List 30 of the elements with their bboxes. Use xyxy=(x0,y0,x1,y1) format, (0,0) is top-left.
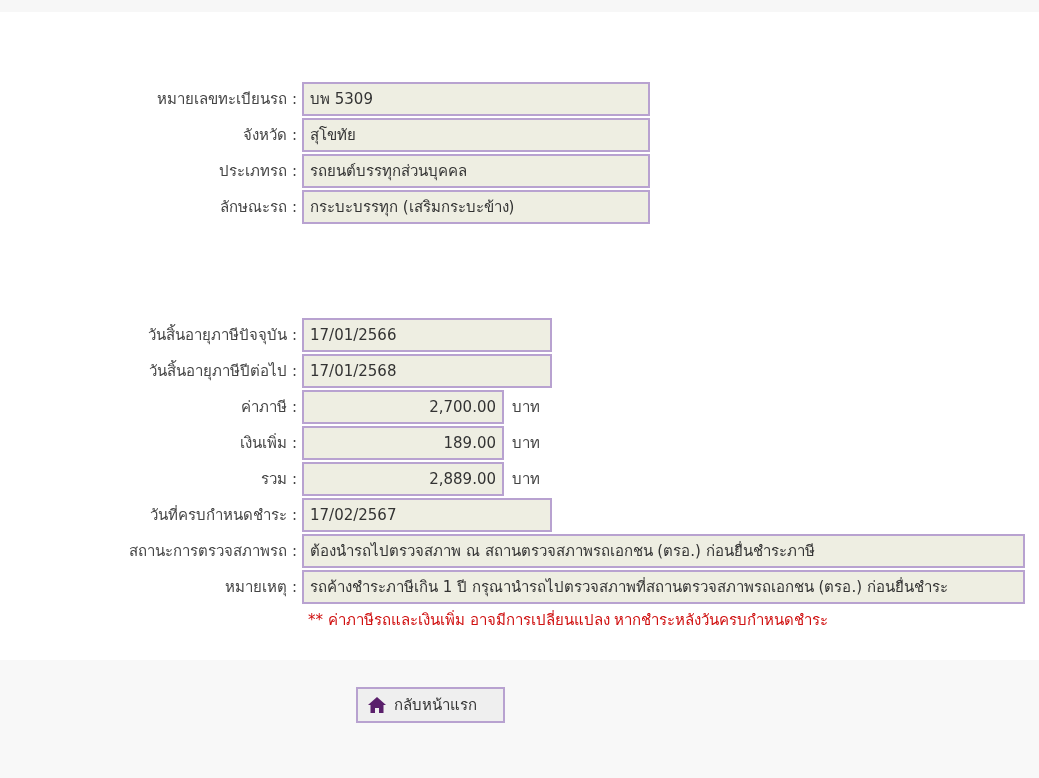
field-label: ประเภทรถ : xyxy=(218,161,298,182)
field-label: วันสิ้นอายุภาษีปัจจุบัน : xyxy=(147,323,298,347)
home-icon xyxy=(368,697,386,713)
field-label: เงินเพิ่ม : xyxy=(239,432,298,454)
field-label: หมายเหตุ : xyxy=(224,577,298,599)
value-field: 17/02/2567 xyxy=(302,498,552,532)
value-field: ต้องนำรถไปตรวจสภาพ ณ สถานตรวจสภาพรถเอกชน (ตรอ.) ก่อนยื่นชำระภาษี xyxy=(302,534,1025,568)
value-field: สุโขทัย xyxy=(302,118,650,152)
value-field: 189.00 xyxy=(302,426,504,460)
field-label: วันสิ้นอายุภาษีปีต่อไป : xyxy=(148,359,298,383)
unit-label: บาท xyxy=(512,397,540,418)
value-field: รถยนต์บรรทุกส่วนบุคคล xyxy=(302,154,650,188)
value-field: 2,700.00 xyxy=(302,390,504,424)
field-label: วันที่ครบกำหนดชำระ : xyxy=(149,504,298,526)
field-label: รวม : xyxy=(260,469,298,490)
value-field: 17/01/2568 xyxy=(302,354,552,388)
value-field: 2,889.00 xyxy=(302,462,504,496)
unit-label: บาท xyxy=(512,433,540,454)
field-label: หมายเลขทะเบียนรถ : xyxy=(156,89,298,110)
value-field: บพ 5309 xyxy=(302,82,650,116)
value-field: รถค้างชำระภาษีเกิน 1 ปี กรุณานำรถไปตรวจสภาพที่สถานตรวจสภาพรถเอกชน (ตรอ.) ก่อนยื่นชำระ xyxy=(302,570,1025,604)
value-field: กระบะบรรทุก (เสริมกระบะข้าง) xyxy=(302,190,650,224)
field-label: ค่าภาษี : xyxy=(240,397,298,418)
field-label: สถานะการตรวจสภาพรถ : xyxy=(128,541,298,562)
field-label: จังหวัด : xyxy=(242,125,298,146)
warning-note: ** ค่าภาษีรถและเงินเพิ่ม อาจมีการเปลี่ยนแปลง หากชำระหลังวันครบกำหนดชำระ xyxy=(308,611,829,629)
value-field: 17/01/2566 xyxy=(302,318,552,352)
unit-label: บาท xyxy=(512,469,540,490)
home-button[interactable]: กลับหน้าแรก xyxy=(356,687,505,723)
field-label: ลักษณะรถ : xyxy=(219,197,298,218)
